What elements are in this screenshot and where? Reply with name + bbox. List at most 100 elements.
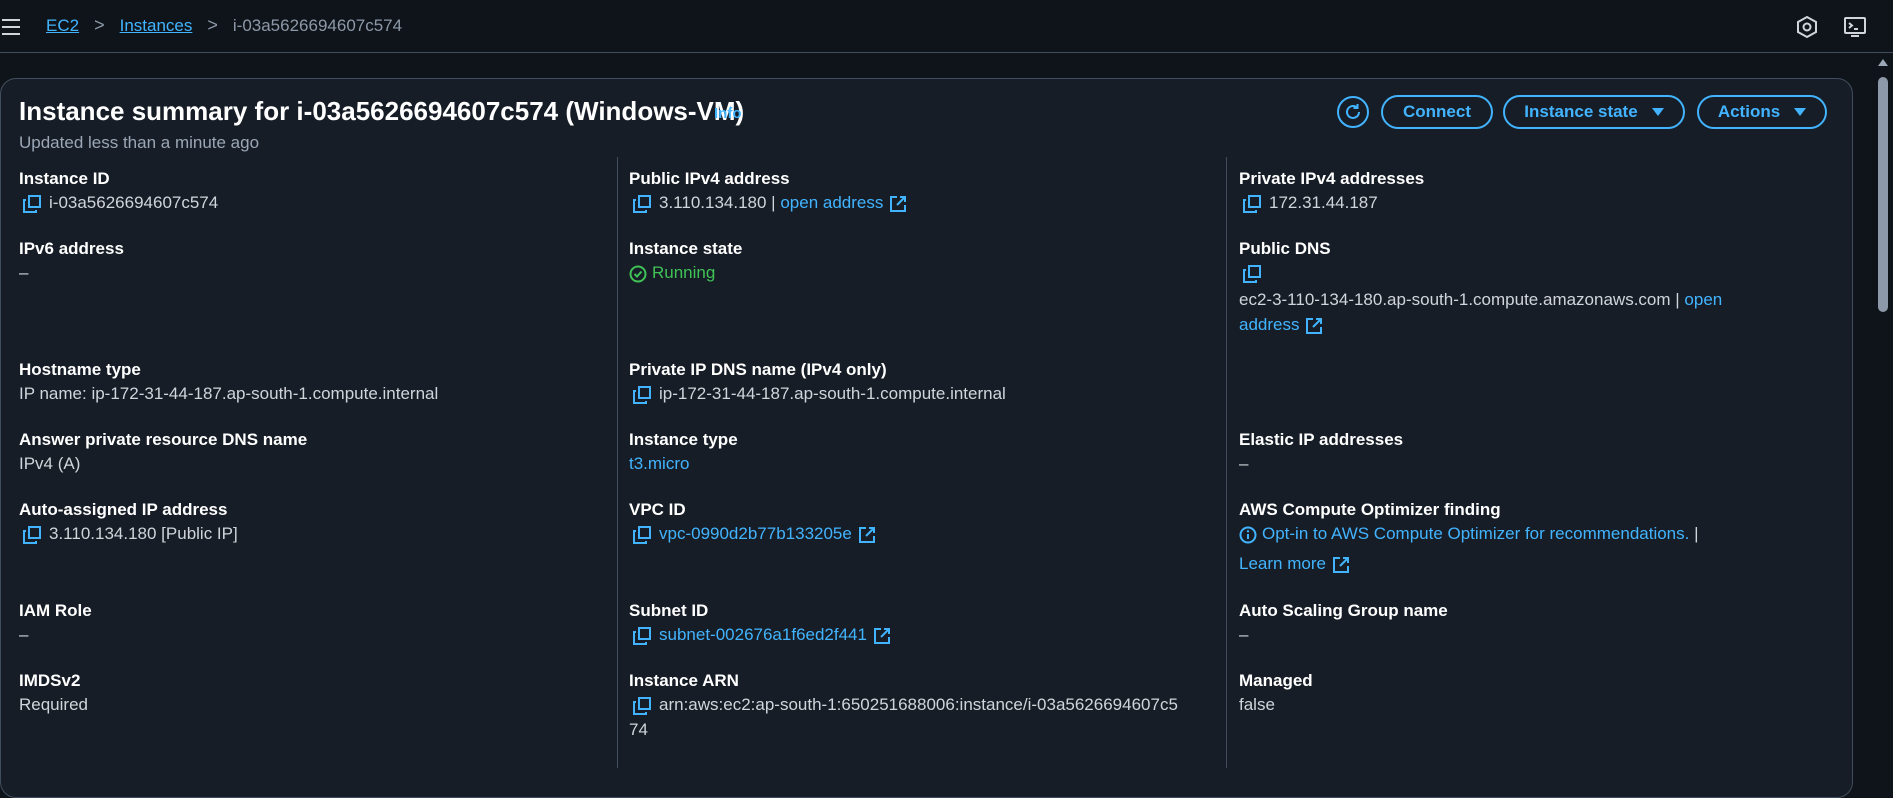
check-circle-icon [629,265,647,283]
field-value: ec2-3-110-134-180.ap-south-1.compute.ama… [1239,290,1680,309]
field-label: Subnet ID [629,601,709,620]
field-public-ipv4: Public IPv4 address 3.110.134.180 | open… [629,168,907,215]
field-value: – [1239,454,1249,473]
copy-icon[interactable] [633,696,651,715]
external-link-icon [858,526,875,543]
cloudshell-icon[interactable] [1843,15,1867,39]
field-instance-state: Instance state Running [629,238,742,285]
breadcrumb-instances[interactable]: Instances [120,16,193,36]
field-value: Required [19,695,88,714]
external-link-icon [873,627,890,644]
field-value: IPv4 (A) [19,454,81,473]
field-public-dns: Public DNS ec2-3-110-134-180.ap-south-1.… [1239,238,1722,337]
field-private-ip-dns: Private IP DNS name (IPv4 only) ip-172-3… [629,359,1006,406]
field-value-continued: 74 [629,720,648,739]
scroll-thumb[interactable] [1878,77,1888,312]
field-private-ipv4: Private IPv4 addresses 172.31.44.187 [1239,168,1424,215]
instance-state-button-label: Instance state [1524,102,1638,121]
updated-timestamp: Updated less than a minute ago [19,133,260,152]
field-label: Auto-assigned IP address [19,500,228,519]
field-answer-dns: Answer private resource DNS name IPv4 (A… [19,429,307,476]
field-label: IAM Role [19,601,92,620]
top-navigation-bar: EC2 > Instances > i-03a5626694607c574 [0,0,1893,53]
open-address-link-continued[interactable]: address [1239,315,1299,334]
info-link[interactable]: Info [714,105,742,122]
field-value: 3.110.134.180 | [659,193,776,212]
breadcrumb-ec2[interactable]: EC2 [46,16,79,36]
field-value: 3.110.134.180 [Public IP] [49,524,238,543]
field-label: Instance state [629,239,743,258]
field-auto-scaling-group: Auto Scaling Group name – [1239,600,1448,647]
hamburger-menu-icon[interactable] [2,19,20,35]
refresh-button[interactable] [1337,96,1369,128]
external-link-icon [1332,556,1349,573]
copy-icon[interactable] [633,194,651,213]
actions-button[interactable]: Actions [1697,95,1827,129]
field-label: Private IP DNS name (IPv4 only) [629,360,887,379]
field-hostname-type: Hostname type IP name: ip-172-31-44-187.… [19,359,438,406]
copy-icon[interactable] [633,525,651,544]
hexagon-settings-icon[interactable] [1795,15,1819,39]
field-label: Elastic IP addresses [1239,430,1404,449]
field-label: Private IPv4 addresses [1239,169,1425,188]
separator: | [1694,524,1699,543]
external-link-icon [890,195,907,212]
field-value: – [19,263,29,282]
field-value: – [19,625,29,644]
breadcrumb-current: i-03a5626694607c574 [232,15,403,35]
vpc-id-link[interactable]: vpc-0990d2b77b133205e [659,524,852,543]
copy-icon[interactable] [633,385,651,404]
field-value: i-03a5626694607c574 [49,193,219,212]
field-label: Public DNS [1239,239,1331,258]
field-instance-type: Instance type t3.micro [629,429,738,476]
field-instance-id: Instance ID i-03a5626694607c574 [19,168,218,215]
optimizer-opt-in-link[interactable]: Opt-in to AWS Compute Optimizer for reco… [1262,524,1689,543]
field-label: Managed [1239,671,1313,690]
copy-icon[interactable] [1243,264,1261,283]
open-address-link[interactable]: open [1684,290,1722,309]
field-label: IPv6 address [19,239,124,258]
field-value: – [1239,625,1249,644]
field-value: false [1239,695,1275,714]
field-value: ip-172-31-44-187.ap-south-1.compute.inte… [659,384,1006,403]
field-vpc-id: VPC ID vpc-0990d2b77b133205e [629,499,876,546]
breadcrumb: EC2 > Instances > i-03a5626694607c574 [46,15,402,36]
info-circle-icon [1239,526,1257,544]
instance-state-button[interactable]: Instance state [1503,95,1685,129]
scroll-up-arrow-icon[interactable] [1878,59,1888,66]
field-label: AWS Compute Optimizer finding [1239,500,1501,519]
field-imdsv2: IMDSv2 Required [19,670,88,717]
breadcrumb-separator: > [94,15,105,35]
connect-button-label: Connect [1403,102,1471,121]
caret-down-icon [1651,108,1664,116]
field-label: VPC ID [629,500,686,519]
field-value: 172.31.44.187 [1269,193,1378,212]
field-label: Answer private resource DNS name [19,430,308,449]
open-address-link[interactable]: open address [780,193,883,212]
copy-icon[interactable] [633,626,651,645]
copy-icon[interactable] [23,194,41,213]
instance-type-link[interactable]: t3.micro [629,454,689,473]
field-subnet-id: Subnet ID subnet-002676a1f6ed2f441 [629,600,891,647]
external-link-icon [1306,317,1323,334]
copy-icon[interactable] [1243,194,1261,213]
breadcrumb-separator: > [207,15,218,35]
field-iam-role: IAM Role – [19,600,92,647]
vertical-scrollbar[interactable] [1873,53,1893,768]
field-auto-assigned-ip: Auto-assigned IP address 3.110.134.180 [… [19,499,238,546]
column-divider [617,157,618,768]
copy-icon[interactable] [23,525,41,544]
field-ipv6: IPv6 address – [19,238,124,285]
learn-more-link[interactable]: Learn more [1239,554,1326,573]
field-elastic-ip: Elastic IP addresses – [1239,429,1403,476]
field-label: Instance type [629,430,738,449]
connect-button[interactable]: Connect [1381,95,1493,129]
field-label: Auto Scaling Group name [1239,601,1448,620]
field-label: Instance ID [19,169,110,188]
field-label: Instance ARN [629,671,739,690]
actions-button-label: Actions [1717,102,1781,121]
caret-down-icon [1794,108,1807,116]
field-compute-optimizer: AWS Compute Optimizer finding Opt-in to … [1239,499,1699,576]
field-value: arn:aws:ec2:ap-south-1:650251688006:inst… [659,695,1178,714]
subnet-id-link[interactable]: subnet-002676a1f6ed2f441 [659,625,867,644]
